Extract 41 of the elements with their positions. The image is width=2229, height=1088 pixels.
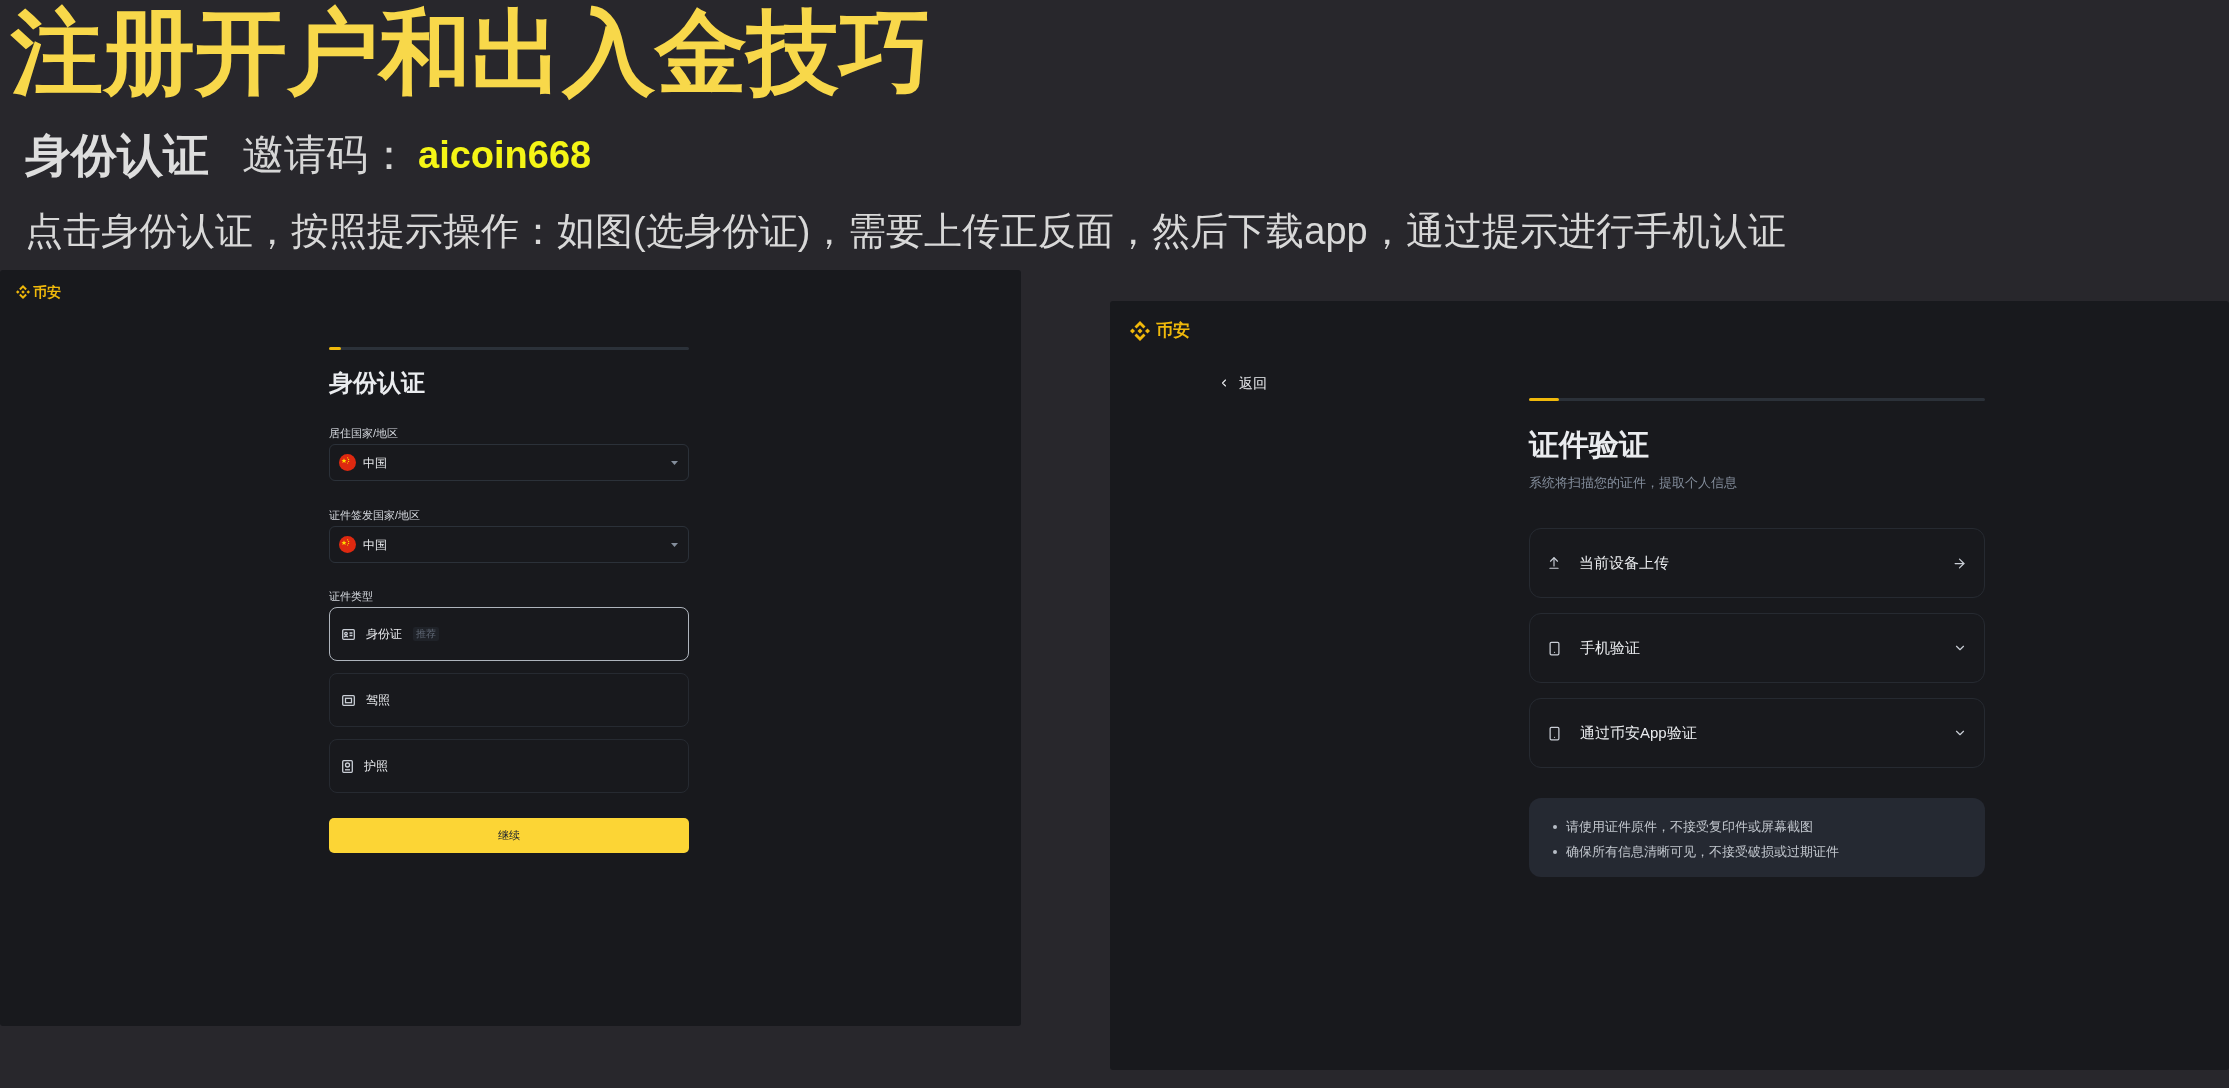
section-heading: 身份认证 bbox=[25, 130, 209, 180]
document-option[interactable]: 身份证 推荐 bbox=[329, 607, 689, 661]
flag-icon bbox=[339, 536, 356, 553]
verification-option[interactable]: 手机验证 bbox=[1529, 613, 1985, 683]
upload-icon bbox=[1547, 556, 1561, 570]
continue-button[interactable]: 继续 bbox=[329, 818, 689, 853]
verification-option[interactable]: 当前设备上传 bbox=[1529, 528, 1985, 598]
diamond-logo-icon bbox=[1130, 321, 1150, 341]
brand-name: 币安 bbox=[33, 284, 61, 300]
field-label: 证件类型 bbox=[329, 589, 373, 603]
form-title: 身份认证 bbox=[329, 368, 426, 398]
country-select[interactable]: 中国 bbox=[329, 526, 689, 563]
flag-icon bbox=[339, 454, 356, 471]
page-heading: 证件验证 bbox=[1529, 427, 1649, 463]
back-link[interactable]: 返回 bbox=[1218, 375, 1267, 391]
verification-option[interactable]: 通过币安App验证 bbox=[1529, 698, 1985, 768]
brand-name: 币安 bbox=[1156, 321, 1190, 341]
subtitle-text: 系统将扫描您的证件，提取个人信息 bbox=[1529, 475, 1737, 492]
document-option[interactable]: 护照 bbox=[329, 739, 689, 793]
invite-code: aicoin668 bbox=[418, 133, 592, 178]
bullet-icon bbox=[1553, 824, 1557, 829]
bullet-icon bbox=[1553, 849, 1557, 854]
document-option[interactable]: 驾照 bbox=[329, 673, 689, 727]
id-card-icon bbox=[342, 628, 355, 640]
instruction-text: 点击身份认证，按照提示操作：如图(选身份证)，需要上传正反面，然后下载app，通过提示进行手机认证 bbox=[24, 209, 1786, 254]
license-card-icon bbox=[342, 694, 355, 706]
arrow-right-icon bbox=[1952, 555, 1967, 571]
page-title: 注册开户和出入金技巧 bbox=[9, 0, 931, 104]
recommended-tag: 推荐 bbox=[413, 627, 439, 641]
phone-icon bbox=[1547, 640, 1562, 656]
field-label: 证件签发国家/地区 bbox=[329, 508, 421, 522]
invite-label: 邀请码： bbox=[242, 130, 410, 180]
passport-icon bbox=[342, 759, 353, 773]
country-select[interactable]: 中国 bbox=[329, 444, 689, 481]
phone-icon bbox=[1547, 725, 1562, 741]
field-label: 居住国家/地区 bbox=[329, 426, 399, 440]
caret-icon bbox=[671, 542, 678, 547]
note-text: 请使用证件原件，不接受复印件或屏幕截图 bbox=[1566, 818, 1813, 836]
note-text: 确保所有信息清晰可见，不接受破损或过期证件 bbox=[1566, 843, 1839, 861]
diamond-logo-icon bbox=[16, 285, 30, 299]
caret-icon bbox=[671, 460, 678, 465]
